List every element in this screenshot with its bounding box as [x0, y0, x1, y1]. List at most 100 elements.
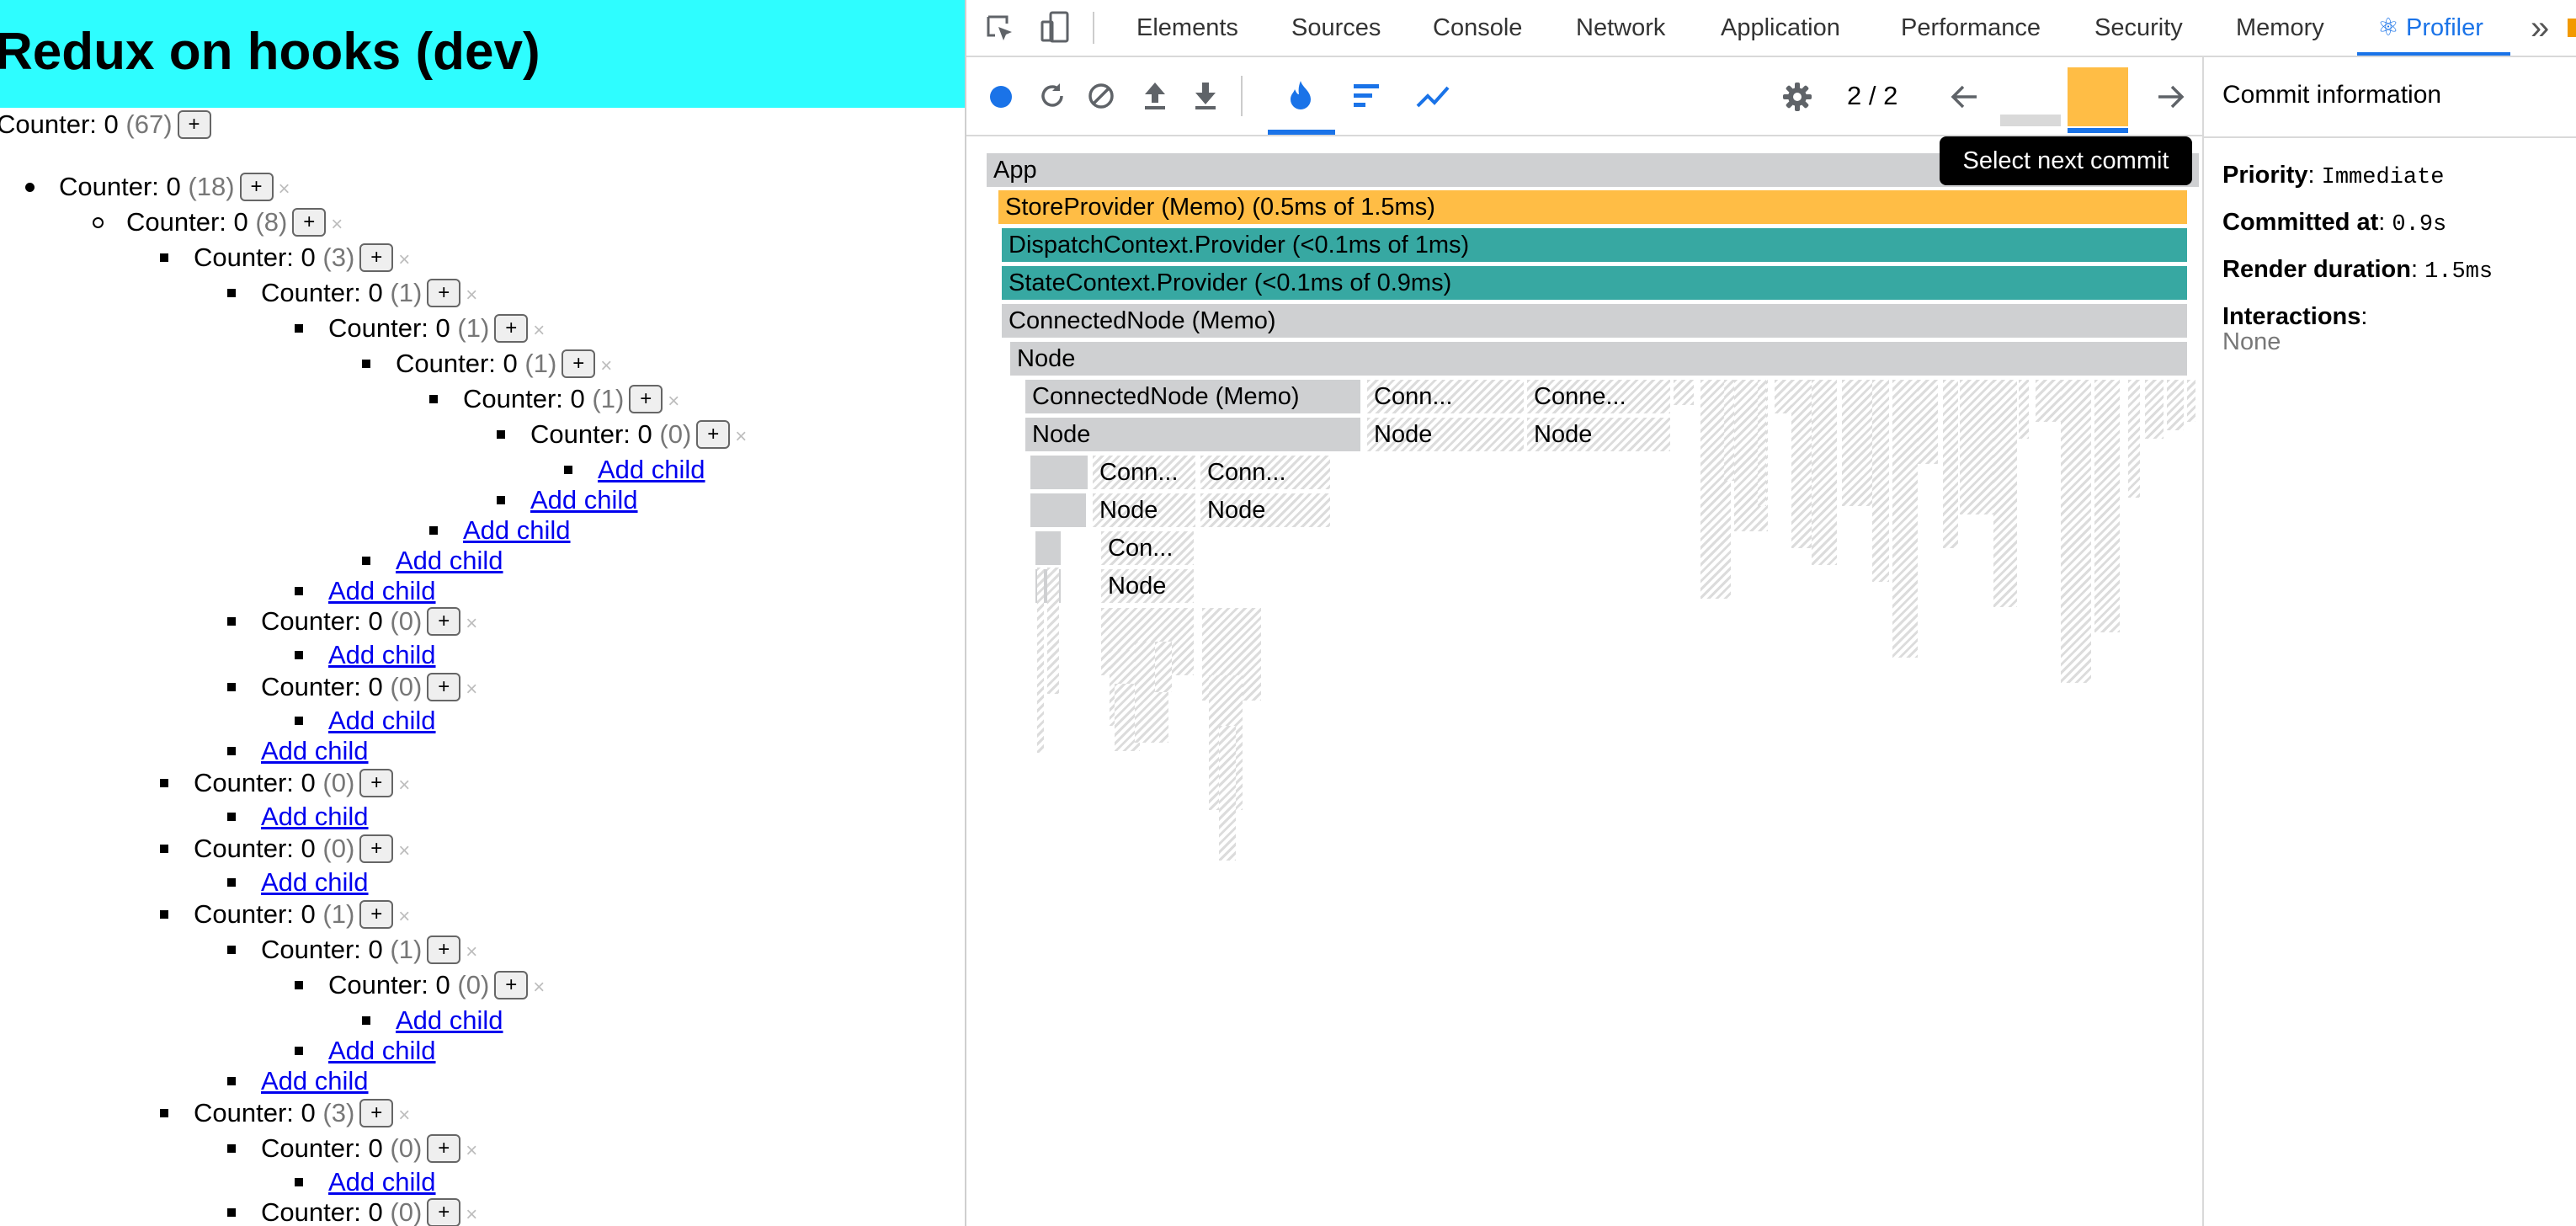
flame-bar-conn-a[interactable]: Conn...	[1367, 380, 1524, 413]
add-child-link[interactable]: Add child	[261, 1064, 369, 1098]
interactions-icon[interactable]	[1416, 84, 1450, 109]
increment-button[interactable]: +	[359, 899, 394, 929]
increment-button[interactable]: +	[427, 1197, 461, 1226]
flame-minor-bar[interactable]	[1993, 380, 2017, 607]
remove-node-button[interactable]: ×	[398, 834, 410, 868]
tab-performance[interactable]: Performance	[1901, 0, 2041, 56]
flame-bar-small-gray-3[interactable]	[1035, 531, 1061, 565]
increment-button[interactable]: +	[359, 243, 394, 272]
remove-node-button[interactable]: ×	[668, 385, 679, 418]
flame-bar-node[interactable]: Node	[1010, 342, 2187, 376]
flame-minor-bar[interactable]	[1943, 380, 1958, 548]
download-icon[interactable]	[1190, 79, 1221, 113]
flame-minor-bar[interactable]	[2145, 380, 2164, 439]
add-child-link[interactable]: Add child	[261, 866, 369, 899]
flame-bar-conn-d[interactable]: Conn...	[1200, 456, 1330, 489]
flame-bar-node-a[interactable]: Node	[1367, 418, 1524, 451]
flame-bar-node-c[interactable]: Node	[1093, 493, 1195, 527]
clear-icon[interactable]	[1086, 81, 1116, 111]
flame-minor-bar[interactable]	[1674, 380, 1694, 405]
remove-node-button[interactable]: ×	[398, 243, 410, 277]
inspect-element-icon[interactable]	[983, 12, 1017, 45]
flame-minor-bar[interactable]	[1892, 380, 1918, 658]
flame-minor-bar[interactable]	[1918, 380, 1938, 464]
tab-elements[interactable]: Elements	[1136, 0, 1238, 56]
flame-minor-bar[interactable]	[2167, 380, 2184, 430]
increment-button[interactable]: +	[359, 1098, 394, 1127]
add-child-link[interactable]: Add child	[328, 1165, 436, 1199]
flame-minor-bar[interactable]	[2061, 380, 2091, 683]
add-child-link[interactable]: Add child	[261, 734, 369, 768]
increment-button[interactable]: +	[427, 1133, 461, 1163]
remove-node-button[interactable]: ×	[600, 349, 612, 383]
reload-icon[interactable]	[1037, 81, 1067, 111]
increment-button[interactable]: +	[427, 672, 461, 701]
flame-minor-bar[interactable]	[1219, 726, 1236, 861]
previous-commit-icon[interactable]	[1950, 83, 1980, 111]
remove-node-button[interactable]: ×	[466, 607, 477, 641]
flame-bar-small-gray-1[interactable]	[1030, 456, 1088, 489]
tab-application[interactable]: Application	[1721, 0, 1840, 56]
increment-button[interactable]: +	[562, 349, 596, 378]
remove-node-button[interactable]: ×	[533, 971, 545, 1005]
add-child-link[interactable]: Add child	[328, 638, 436, 672]
increment-button[interactable]: +	[359, 768, 394, 797]
add-child-link[interactable]: Add child	[328, 574, 436, 608]
more-tabs-button[interactable]: »	[2531, 0, 2549, 56]
remove-node-button[interactable]: ×	[466, 279, 477, 312]
gear-icon[interactable]	[1781, 81, 1813, 113]
remove-node-button[interactable]: ×	[398, 900, 410, 934]
remove-node-button[interactable]: ×	[466, 1198, 477, 1226]
flame-bar-small-gray-2[interactable]	[1030, 493, 1086, 527]
remove-node-button[interactable]: ×	[398, 769, 410, 802]
flame-bar-conn-c[interactable]: Conn...	[1093, 456, 1195, 489]
add-child-link[interactable]: Add child	[328, 704, 436, 738]
flame-minor-bar[interactable]	[2019, 380, 2029, 439]
tab-console[interactable]: Console	[1433, 0, 1522, 56]
increment-button[interactable]: +	[427, 278, 461, 307]
increment-button[interactable]: +	[629, 384, 663, 413]
upload-icon[interactable]	[1140, 79, 1170, 113]
device-toolbar-icon[interactable]	[1039, 10, 1072, 45]
flame-minor-bar[interactable]	[1872, 380, 1889, 582]
warning-icon[interactable]	[2568, 19, 2576, 37]
tab-sources[interactable]: Sources	[1291, 0, 1381, 56]
flame-minor-bar[interactable]	[2094, 380, 2120, 632]
increment-button[interactable]: +	[427, 606, 461, 636]
remove-node-button[interactable]: ×	[466, 673, 477, 706]
remove-node-button[interactable]: ×	[398, 1099, 410, 1133]
flame-minor-bar[interactable]	[1791, 380, 1812, 548]
flame-minor-bar[interactable]	[1047, 568, 1059, 694]
increment-button[interactable]: +	[359, 834, 394, 863]
increment-button[interactable]: +	[427, 935, 461, 964]
flame-minor-bar[interactable]	[1758, 380, 1766, 506]
flame-minor-bar[interactable]	[2036, 380, 2061, 422]
flame-minor-bar[interactable]	[1812, 380, 1837, 565]
flame-minor-bar[interactable]	[1155, 642, 1172, 692]
remove-node-button[interactable]: ×	[466, 1134, 477, 1168]
remove-node-button[interactable]: ×	[533, 314, 545, 348]
flame-bar-node-child[interactable]: Node	[1025, 418, 1360, 451]
flame-bar-node-b[interactable]: Node	[1527, 418, 1670, 451]
flame-bar-node-e[interactable]: Node	[1101, 569, 1194, 603]
tab-memory[interactable]: Memory	[2236, 0, 2324, 56]
add-child-link[interactable]: Add child	[463, 514, 571, 547]
increment-button[interactable]: +	[696, 419, 731, 449]
remove-node-button[interactable]: ×	[735, 420, 747, 454]
add-child-link[interactable]: Add child	[328, 1034, 436, 1068]
flame-bar-con-e[interactable]: Con...	[1101, 531, 1194, 565]
increment-button[interactable]: +	[494, 313, 529, 343]
flame-bar-store-provider[interactable]: StoreProvider (Memo) (0.5ms of 1.5ms)	[998, 190, 2187, 224]
increment-button[interactable]: +	[292, 207, 327, 237]
flame-minor-bar[interactable]	[2187, 380, 2195, 422]
add-child-link[interactable]: Add child	[598, 453, 705, 487]
increment-button[interactable]: +	[494, 970, 529, 999]
add-child-link[interactable]: Add child	[261, 800, 369, 834]
flame-minor-bar[interactable]	[1037, 568, 1044, 753]
flame-minor-bar[interactable]	[2128, 380, 2140, 498]
flame-bar-conn-b[interactable]: Conne...	[1527, 380, 1670, 413]
tab-security[interactable]: Security	[2094, 0, 2183, 56]
flame-minor-bar[interactable]	[1960, 380, 1993, 514]
remove-node-button[interactable]: ×	[331, 208, 343, 242]
flame-bar-node-d[interactable]: Node	[1200, 493, 1330, 527]
